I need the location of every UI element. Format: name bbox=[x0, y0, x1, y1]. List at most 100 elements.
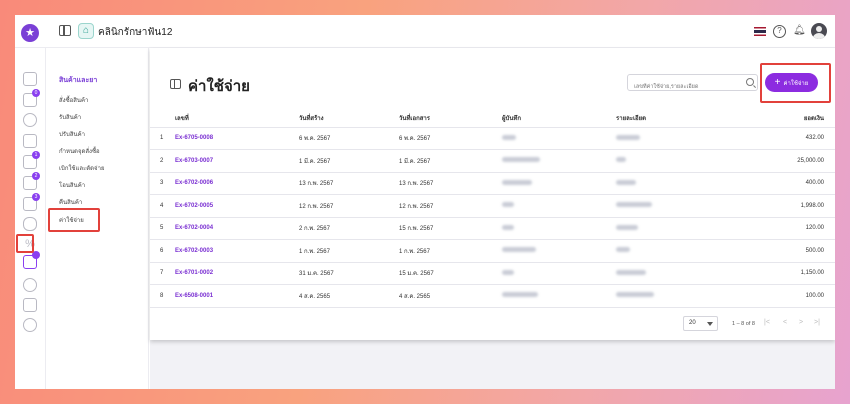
stethoscope-icon[interactable]: 3 bbox=[23, 193, 40, 211]
table-row[interactable]: 4 Ex-6702-0005 12 ก.พ. 2567 12 ก.พ. 2567… bbox=[150, 194, 835, 218]
submenu-item-purchase[interactable]: สั่งซื้อสินค้า bbox=[59, 95, 88, 105]
detail-redacted bbox=[616, 194, 726, 218]
expenses-card: ค่าใช้จ่าย + ค่าใช้จ่าย เลขที่ วันที่สร้… bbox=[150, 48, 835, 340]
doc-number-link[interactable]: Ex-6703-0007 bbox=[175, 149, 299, 173]
document-date: 13 ก.พ. 2567 bbox=[399, 172, 502, 195]
doc-number-link[interactable]: Ex-6701-0002 bbox=[175, 262, 299, 285]
prev-page-icon[interactable]: < bbox=[783, 319, 787, 326]
info-icon[interactable] bbox=[23, 278, 37, 292]
row-index: 4 bbox=[150, 194, 175, 218]
report-icon[interactable] bbox=[23, 298, 37, 312]
amount: 25,000.00 bbox=[726, 149, 835, 173]
search-icon[interactable] bbox=[746, 78, 754, 86]
table-row[interactable]: 2 Ex-6703-0007 1 มี.ค. 2567 1 มี.ค. 2567… bbox=[150, 149, 835, 173]
created-date: 31 ม.ค. 2567 bbox=[299, 262, 399, 285]
doc-number-link[interactable]: Ex-6705-0008 bbox=[175, 127, 299, 150]
table-row[interactable]: 7 Ex-6701-0002 31 ม.ค. 2567 15 ม.ค. 2567… bbox=[150, 262, 835, 285]
table-row[interactable]: 1 Ex-6705-0008 6 พ.ค. 2567 6 พ.ค. 2567 4… bbox=[150, 127, 835, 150]
user-icon[interactable] bbox=[23, 113, 37, 127]
last-page-icon[interactable]: >| bbox=[814, 319, 820, 326]
chart-icon[interactable]: 2 bbox=[23, 172, 40, 190]
rail-badge: 3 bbox=[32, 193, 40, 201]
bell-icon[interactable]: 🔔︎ bbox=[793, 25, 806, 37]
search-box[interactable] bbox=[627, 74, 758, 95]
row-index: 6 bbox=[150, 239, 175, 263]
row-index: 3 bbox=[150, 172, 175, 195]
document-date: 15 ก.พ. 2567 bbox=[399, 217, 502, 240]
submenu-item-receive[interactable]: รับสินค้า bbox=[59, 112, 81, 122]
document-date: 1 ก.พ. 2567 bbox=[399, 239, 502, 263]
table-row[interactable]: 3 Ex-6702-0006 13 ก.พ. 2567 13 ก.พ. 2567… bbox=[150, 172, 835, 195]
column-header-amount[interactable]: ยอดเงิน bbox=[726, 110, 835, 128]
submenu-item-transfer[interactable]: โอนสินค้า bbox=[59, 180, 85, 190]
detail-redacted bbox=[616, 262, 726, 285]
submenu-item-return[interactable]: คืนสินค้า bbox=[59, 197, 82, 207]
column-header-detail[interactable]: รายละเอียด bbox=[616, 110, 726, 128]
created-date: 1 มี.ค. 2567 bbox=[299, 149, 399, 173]
rail-badge: 2 bbox=[32, 172, 40, 180]
document-icon[interactable] bbox=[23, 134, 37, 148]
column-header-doc-date[interactable]: วันที่เอกสาร bbox=[399, 110, 502, 128]
page-size-select[interactable]: 20 bbox=[683, 316, 718, 331]
clinic-name[interactable]: คลินิกรักษาฟัน12 bbox=[98, 25, 172, 40]
submenu-title: สินค้าและยา bbox=[59, 77, 98, 84]
submenu-item-withdraw[interactable]: เบิกใช้และตัดจ่าย bbox=[59, 163, 104, 173]
detail-redacted bbox=[616, 127, 726, 150]
table-row[interactable]: 6 Ex-6702-0003 1 ก.พ. 2567 1 ก.พ. 2567 5… bbox=[150, 239, 835, 263]
icon-rail: 0 1 2 3 % bbox=[15, 48, 46, 389]
document-date: 6 พ.ค. 2567 bbox=[399, 127, 502, 150]
help-icon[interactable]: ? bbox=[773, 24, 786, 38]
row-index: 2 bbox=[150, 149, 175, 173]
detail-redacted bbox=[616, 239, 726, 263]
doc-number-link[interactable]: Ex-6702-0003 bbox=[175, 239, 299, 263]
inventory-icon[interactable] bbox=[23, 251, 40, 269]
rail-badge: 1 bbox=[32, 151, 40, 159]
recorder-redacted bbox=[502, 194, 616, 218]
clipboard-icon[interactable]: 0 bbox=[23, 89, 40, 107]
star-logo-icon[interactable]: ★ bbox=[21, 24, 39, 42]
sidebar-toggle-icon[interactable] bbox=[59, 25, 71, 36]
row-index: 7 bbox=[150, 262, 175, 285]
column-header-created[interactable]: วันที่สร้าง bbox=[299, 110, 399, 128]
top-right-actions: ? 🔔︎ bbox=[754, 23, 827, 39]
table-row[interactable]: 5 Ex-6702-0004 2 ก.พ. 2567 15 ก.พ. 2567 … bbox=[150, 217, 835, 240]
detail-redacted bbox=[616, 284, 726, 308]
thai-flag-icon[interactable] bbox=[754, 26, 766, 36]
doc-number-link[interactable]: Ex-6702-0006 bbox=[175, 172, 299, 195]
submenu-item-adjust[interactable]: ปรับสินค้า bbox=[59, 129, 85, 139]
doc-number-link[interactable]: Ex-6702-0005 bbox=[175, 194, 299, 218]
user-avatar-icon[interactable] bbox=[811, 23, 827, 39]
recorder-redacted bbox=[502, 239, 616, 263]
active-rail-highlight bbox=[16, 234, 34, 253]
document-date: 15 ม.ค. 2567 bbox=[399, 262, 502, 285]
rail-badge: 0 bbox=[32, 89, 40, 97]
home-icon[interactable] bbox=[23, 72, 37, 86]
column-header-doc-no[interactable]: เลขที่ bbox=[175, 110, 299, 128]
main-content: ค่าใช้จ่าย + ค่าใช้จ่าย เลขที่ วันที่สร้… bbox=[150, 48, 835, 389]
recorder-redacted bbox=[502, 262, 616, 285]
submenu-item-reorder-point[interactable]: กำหนดจุดสั่งซื้อ bbox=[59, 146, 100, 156]
tooth-icon[interactable] bbox=[23, 217, 37, 231]
panel-toggle-icon[interactable] bbox=[170, 79, 181, 89]
doc-number-link[interactable]: Ex-6702-0004 bbox=[175, 217, 299, 240]
document-date: 4 ส.ค. 2565 bbox=[399, 284, 502, 308]
recorder-redacted bbox=[502, 284, 616, 308]
amount: 400.00 bbox=[726, 172, 835, 195]
settings-icon[interactable] bbox=[23, 318, 37, 332]
recorder-redacted bbox=[502, 149, 616, 173]
row-index: 8 bbox=[150, 284, 175, 308]
page-title: ค่าใช้จ่าย bbox=[188, 78, 250, 95]
doc-number-link[interactable]: Ex-6508-0001 bbox=[175, 284, 299, 308]
chevron-down-icon bbox=[707, 322, 713, 326]
building-icon[interactable]: 1 bbox=[23, 151, 40, 169]
created-date: 4 ส.ค. 2565 bbox=[299, 284, 399, 308]
search-input[interactable] bbox=[628, 79, 740, 95]
table-row[interactable]: 8 Ex-6508-0001 4 ส.ค. 2565 4 ส.ค. 2565 1… bbox=[150, 284, 835, 308]
top-bar: ★ ⌂ คลินิกรักษาฟัน12 ? 🔔︎ bbox=[15, 15, 835, 48]
amount: 1,150.00 bbox=[726, 262, 835, 285]
column-header-recorder[interactable]: ผู้บันทึก bbox=[502, 110, 616, 128]
first-page-icon[interactable]: |< bbox=[764, 319, 770, 326]
detail-redacted bbox=[616, 172, 726, 195]
amount: 100.00 bbox=[726, 284, 835, 308]
next-page-icon[interactable]: > bbox=[799, 319, 803, 326]
